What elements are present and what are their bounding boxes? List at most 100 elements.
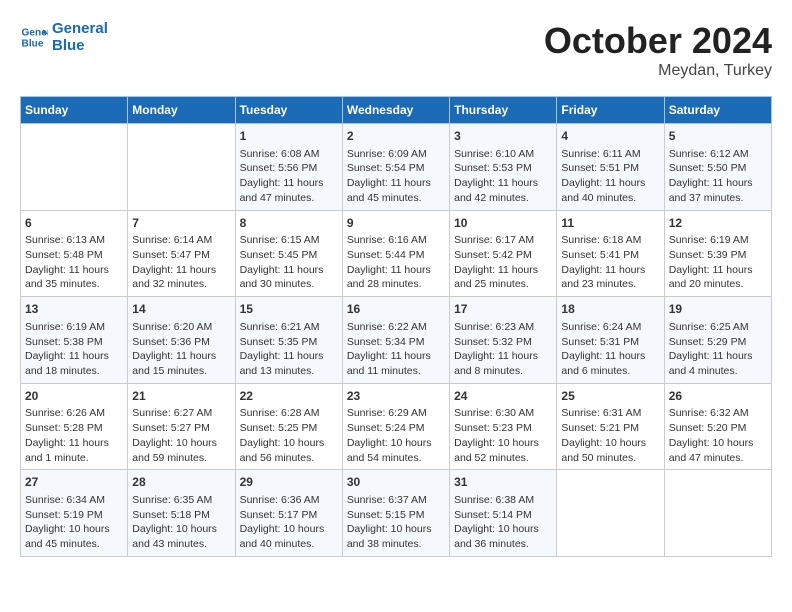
day-cell: 20Sunrise: 6:26 AMSunset: 5:28 PMDayligh… <box>21 383 128 470</box>
sunrise-text: Sunrise: 6:20 AM <box>132 320 230 335</box>
sunset-text: Sunset: 5:45 PM <box>240 248 338 263</box>
day-cell: 28Sunrise: 6:35 AMSunset: 5:18 PMDayligh… <box>128 470 235 557</box>
col-header-sunday: Sunday <box>21 97 128 124</box>
daylight-text: Daylight: 11 hours and 47 minutes. <box>240 176 338 205</box>
day-cell: 2Sunrise: 6:09 AMSunset: 5:54 PMDaylight… <box>342 124 449 211</box>
day-cell: 3Sunrise: 6:10 AMSunset: 5:53 PMDaylight… <box>450 124 557 211</box>
day-cell: 24Sunrise: 6:30 AMSunset: 5:23 PMDayligh… <box>450 383 557 470</box>
daylight-text: Daylight: 11 hours and 20 minutes. <box>669 263 767 292</box>
day-number: 26 <box>669 388 767 405</box>
day-number: 30 <box>347 474 445 491</box>
day-number: 25 <box>561 388 659 405</box>
sunrise-text: Sunrise: 6:29 AM <box>347 406 445 421</box>
daylight-text: Daylight: 11 hours and 42 minutes. <box>454 176 552 205</box>
day-number: 1 <box>240 128 338 145</box>
day-cell: 7Sunrise: 6:14 AMSunset: 5:47 PMDaylight… <box>128 210 235 297</box>
week-row-1: 1Sunrise: 6:08 AMSunset: 5:56 PMDaylight… <box>21 124 772 211</box>
sunrise-text: Sunrise: 6:31 AM <box>561 406 659 421</box>
sunset-text: Sunset: 5:41 PM <box>561 248 659 263</box>
day-cell: 30Sunrise: 6:37 AMSunset: 5:15 PMDayligh… <box>342 470 449 557</box>
day-cell: 16Sunrise: 6:22 AMSunset: 5:34 PMDayligh… <box>342 297 449 384</box>
day-cell: 23Sunrise: 6:29 AMSunset: 5:24 PMDayligh… <box>342 383 449 470</box>
sunrise-text: Sunrise: 6:26 AM <box>25 406 123 421</box>
day-cell: 11Sunrise: 6:18 AMSunset: 5:41 PMDayligh… <box>557 210 664 297</box>
day-cell: 29Sunrise: 6:36 AMSunset: 5:17 PMDayligh… <box>235 470 342 557</box>
calendar-header-row: SundayMondayTuesdayWednesdayThursdayFrid… <box>21 97 772 124</box>
sunset-text: Sunset: 5:36 PM <box>132 335 230 350</box>
day-number: 31 <box>454 474 552 491</box>
sunset-text: Sunset: 5:14 PM <box>454 508 552 523</box>
sunrise-text: Sunrise: 6:30 AM <box>454 406 552 421</box>
day-cell: 21Sunrise: 6:27 AMSunset: 5:27 PMDayligh… <box>128 383 235 470</box>
col-header-friday: Friday <box>557 97 664 124</box>
day-number: 10 <box>454 215 552 232</box>
sunrise-text: Sunrise: 6:16 AM <box>347 233 445 248</box>
sunrise-text: Sunrise: 6:19 AM <box>25 320 123 335</box>
daylight-text: Daylight: 11 hours and 45 minutes. <box>347 176 445 205</box>
day-cell <box>21 124 128 211</box>
day-number: 27 <box>25 474 123 491</box>
sunrise-text: Sunrise: 6:19 AM <box>669 233 767 248</box>
day-cell: 25Sunrise: 6:31 AMSunset: 5:21 PMDayligh… <box>557 383 664 470</box>
sunset-text: Sunset: 5:44 PM <box>347 248 445 263</box>
daylight-text: Daylight: 10 hours and 52 minutes. <box>454 436 552 465</box>
daylight-text: Daylight: 11 hours and 4 minutes. <box>669 349 767 378</box>
sunset-text: Sunset: 5:25 PM <box>240 421 338 436</box>
sunset-text: Sunset: 5:42 PM <box>454 248 552 263</box>
sunset-text: Sunset: 5:20 PM <box>669 421 767 436</box>
day-number: 3 <box>454 128 552 145</box>
sunrise-text: Sunrise: 6:27 AM <box>132 406 230 421</box>
daylight-text: Daylight: 11 hours and 13 minutes. <box>240 349 338 378</box>
day-cell: 31 Sunrise: 6:38 AMSunset: 5:14 PMDayligh… <box>450 470 557 557</box>
daylight-text: Daylight: 10 hours and 36 minutes. <box>454 522 552 551</box>
day-cell: 19Sunrise: 6:25 AMSunset: 5:29 PMDayligh… <box>664 297 771 384</box>
month-title: October 2024 <box>544 20 772 62</box>
day-number: 5 <box>669 128 767 145</box>
daylight-text: Daylight: 10 hours and 45 minutes. <box>25 522 123 551</box>
daylight-text: Daylight: 11 hours and 32 minutes. <box>132 263 230 292</box>
sunset-text: Sunset: 5:24 PM <box>347 421 445 436</box>
day-cell: 9Sunrise: 6:16 AMSunset: 5:44 PMDaylight… <box>342 210 449 297</box>
sunset-text: Sunset: 5:34 PM <box>347 335 445 350</box>
day-number: 4 <box>561 128 659 145</box>
sunrise-text: Sunrise: 6:37 AM <box>347 493 445 508</box>
day-cell: 10Sunrise: 6:17 AMSunset: 5:42 PMDayligh… <box>450 210 557 297</box>
sunset-text: Sunset: 5:54 PM <box>347 161 445 176</box>
daylight-text: Daylight: 10 hours and 43 minutes. <box>132 522 230 551</box>
sunrise-text: Sunrise: 6:22 AM <box>347 320 445 335</box>
day-cell: 8Sunrise: 6:15 AMSunset: 5:45 PMDaylight… <box>235 210 342 297</box>
sunset-text: Sunset: 5:17 PM <box>240 508 338 523</box>
logo-icon: General Blue <box>20 23 48 51</box>
sunset-text: Sunset: 5:48 PM <box>25 248 123 263</box>
daylight-text: Daylight: 10 hours and 56 minutes. <box>240 436 338 465</box>
col-header-monday: Monday <box>128 97 235 124</box>
week-row-2: 6Sunrise: 6:13 AMSunset: 5:48 PMDaylight… <box>21 210 772 297</box>
day-number: 8 <box>240 215 338 232</box>
daylight-text: Daylight: 11 hours and 28 minutes. <box>347 263 445 292</box>
col-header-wednesday: Wednesday <box>342 97 449 124</box>
day-cell: 6Sunrise: 6:13 AMSunset: 5:48 PMDaylight… <box>21 210 128 297</box>
day-cell <box>557 470 664 557</box>
sunrise-text: Sunrise: 6:25 AM <box>669 320 767 335</box>
logo-line1: General <box>52 20 108 37</box>
daylight-text: Daylight: 10 hours and 40 minutes. <box>240 522 338 551</box>
daylight-text: Daylight: 11 hours and 40 minutes. <box>561 176 659 205</box>
day-cell: 22Sunrise: 6:28 AMSunset: 5:25 PMDayligh… <box>235 383 342 470</box>
sunrise-text: Sunrise: 6:12 AM <box>669 147 767 162</box>
day-cell <box>664 470 771 557</box>
sunset-text: Sunset: 5:23 PM <box>454 421 552 436</box>
sunset-text: Sunset: 5:32 PM <box>454 335 552 350</box>
sunrise-text: Sunrise: 6:17 AM <box>454 233 552 248</box>
sunset-text: Sunset: 5:21 PM <box>561 421 659 436</box>
day-cell: 15Sunrise: 6:21 AMSunset: 5:35 PMDayligh… <box>235 297 342 384</box>
sunset-text: Sunset: 5:38 PM <box>25 335 123 350</box>
day-cell: 27Sunrise: 6:34 AMSunset: 5:19 PMDayligh… <box>21 470 128 557</box>
sunrise-text: Sunrise: 6:38 AM <box>454 493 552 508</box>
day-number: 12 <box>669 215 767 232</box>
day-number: 6 <box>25 215 123 232</box>
week-row-3: 13 Sunrise: 6:19 AMSunset: 5:38 PM Dayligh… <box>21 297 772 384</box>
day-cell: 4Sunrise: 6:11 AMSunset: 5:51 PMDaylight… <box>557 124 664 211</box>
sunset-text: Sunset: 5:29 PM <box>669 335 767 350</box>
day-number: 13 <box>25 301 123 318</box>
title-block: October 2024 Meydan, Turkey <box>544 20 772 80</box>
